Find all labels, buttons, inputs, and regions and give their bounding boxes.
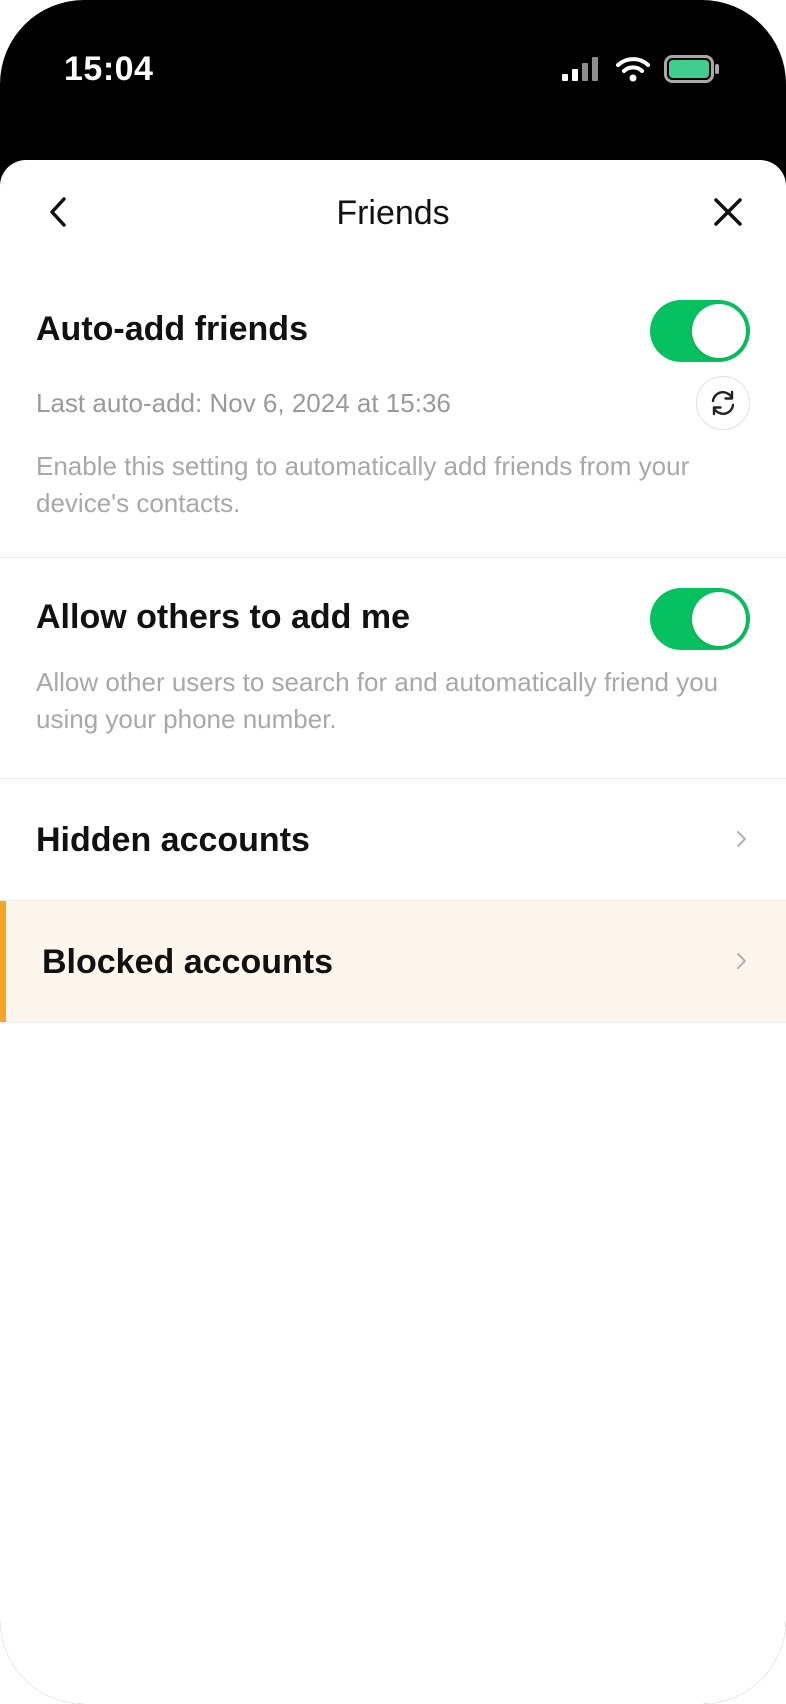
auto-add-toggle[interactable] (650, 300, 750, 362)
toggle-knob (692, 592, 746, 646)
chevron-right-icon (737, 953, 746, 969)
last-auto-add-text: Last auto-add: Nov 6, 2024 at 15:36 (36, 388, 451, 418)
allow-others-description: Allow other users to search for and auto… (36, 667, 719, 734)
hidden-accounts-label: Hidden accounts (36, 821, 310, 859)
blocked-accounts-row[interactable]: Blocked accounts (0, 901, 786, 1023)
refresh-icon (711, 390, 735, 416)
auto-add-section: Auto-add friends Last auto-add: Nov 6, 2… (0, 160, 786, 558)
allow-others-toggle[interactable] (650, 588, 750, 650)
phone-frame: 15:04 Friends Auto-add friends Last auto… (0, 0, 786, 1704)
signal-icon (562, 57, 602, 81)
allow-others-section: Allow others to add me Allow other users… (0, 558, 786, 779)
highlight-accent-bar (0, 901, 6, 1022)
auto-add-title: Auto-add friends (36, 310, 308, 348)
refresh-button[interactable] (696, 376, 750, 430)
toggle-knob (692, 304, 746, 358)
battery-icon (664, 55, 720, 83)
blocked-accounts-label: Blocked accounts (42, 943, 333, 981)
chevron-right-icon (737, 831, 746, 847)
auto-add-description: Enable this setting to automatically add… (36, 451, 690, 518)
friends-sheet: Friends Auto-add friends Last auto-add: … (0, 160, 786, 1704)
hidden-accounts-row[interactable]: Hidden accounts (0, 779, 786, 901)
wifi-icon (616, 56, 650, 82)
status-time: 15:04 (64, 50, 154, 88)
status-bar: 15:04 (0, 0, 786, 150)
status-icons (562, 55, 720, 83)
allow-others-title: Allow others to add me (36, 598, 411, 636)
